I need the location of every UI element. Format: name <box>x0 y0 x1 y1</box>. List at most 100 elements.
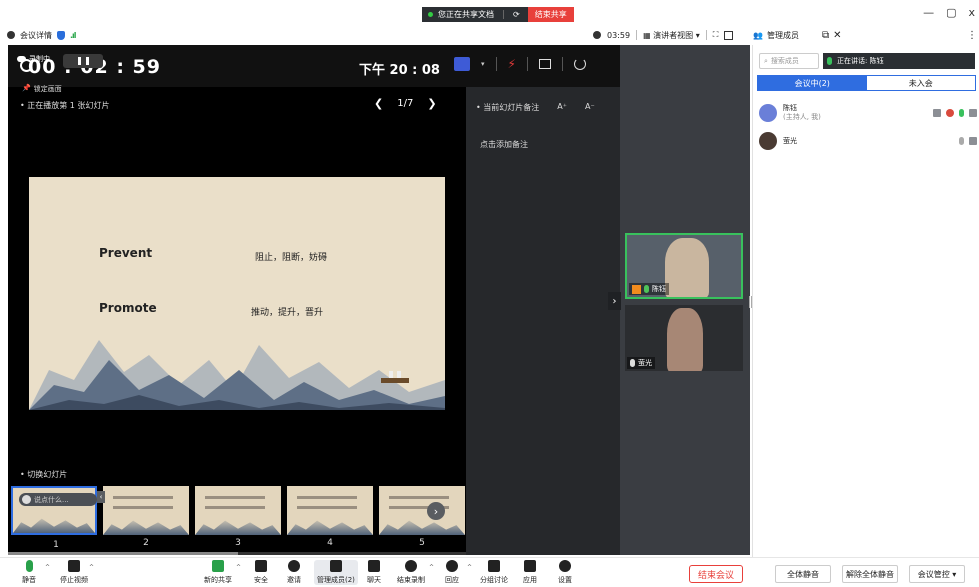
exit-presentation-icon[interactable] <box>573 58 586 70</box>
unmute-all-button[interactable]: 解除全体静音 <box>842 565 898 583</box>
switch-slides-text: 切换幻灯片 <box>27 470 68 479</box>
notes-title-text: 当前幻灯片备注 <box>483 103 540 112</box>
mic-icon[interactable] <box>959 137 964 145</box>
popout-icon[interactable]: ⧉ <box>822 30 829 41</box>
laser-pointer-icon[interactable]: ⚡ <box>508 57 516 71</box>
chevron-up-icon[interactable]: ^ <box>236 564 241 571</box>
settings-button[interactable]: 设置 <box>558 560 572 585</box>
video-tile[interactable]: 萤光 <box>625 305 743 371</box>
pin-icon: 📌 <box>22 84 31 92</box>
search-input[interactable]: ⌕ 搜索成员 <box>759 53 819 69</box>
thumbnail-text-lines <box>113 496 173 499</box>
close-button[interactable]: x <box>968 6 975 19</box>
chevron-down-icon[interactable]: ▾ <box>481 60 485 68</box>
annotation-pen-icon[interactable] <box>454 57 470 71</box>
slide-thumbnails: 说点什么... 1 2 3 4 5 <box>8 486 466 552</box>
slide-thumbnail[interactable]: 2 <box>103 486 189 548</box>
lock-screen-toggle[interactable]: 📌 锁定画面 <box>22 84 62 94</box>
end-meeting-button[interactable]: 结束会议 <box>689 565 743 583</box>
apps-label: 应用 <box>523 576 537 584</box>
view-mode-dropdown[interactable]: ▦ 演讲者视图 ▾ <box>643 30 700 41</box>
thumbnail-number: 4 <box>327 538 333 548</box>
member-name: 陈钰 <box>783 104 797 112</box>
pause-recording-button[interactable] <box>63 54 103 68</box>
chevron-up-icon[interactable]: ^ <box>429 564 434 571</box>
add-note-button[interactable]: 点击添加备注 <box>480 139 528 150</box>
thumbnails-prev-icon[interactable]: ‹ <box>97 491 105 503</box>
font-decrease-button[interactable]: A⁻ <box>585 102 595 113</box>
video-participant-name: 陈钰 <box>652 285 666 293</box>
window-switch-icon[interactable] <box>538 59 551 69</box>
mic-active-icon[interactable] <box>959 109 964 117</box>
meeting-info-link[interactable]: 会议详情 <box>20 30 52 41</box>
divider <box>503 10 504 19</box>
refresh-icon[interactable]: ⟳ <box>513 10 520 19</box>
tab-in-meeting[interactable]: 会议中(2) <box>758 76 867 90</box>
stop-video-label: 停止视频 <box>60 576 88 584</box>
collapse-notes-icon[interactable]: › <box>608 292 621 310</box>
stop-video-button[interactable]: 停止视频 <box>60 560 88 585</box>
camera-icon[interactable] <box>969 137 977 145</box>
thumbnail-mountain-image <box>287 520 373 535</box>
close-panel-icon[interactable]: ✕ <box>833 30 841 41</box>
invite-button[interactable]: 邀请 <box>287 560 301 585</box>
thumbnails-scrollbar[interactable] <box>8 552 466 555</box>
video-camera-icon <box>68 560 80 572</box>
restore-button[interactable]: ▢ <box>946 6 956 19</box>
more-icon[interactable]: ⋮ <box>967 30 977 41</box>
end-recording-button[interactable]: 结束录制 <box>397 560 425 585</box>
presenter-view: 录制中 00 : 02 : 59 下午 20 : 08 ▾ ⚡ 📌 锁定画面 •… <box>8 45 620 555</box>
gear-icon <box>559 560 571 572</box>
mute-button[interactable]: 静音 <box>22 560 36 585</box>
slide-thumbnail[interactable]: 3 <box>195 486 281 548</box>
comment-input[interactable]: 说点什么... <box>19 493 97 506</box>
prev-slide-icon[interactable]: ❮ <box>374 97 383 110</box>
slide-thumbnail[interactable]: 4 <box>287 486 373 548</box>
apps-button[interactable]: 应用 <box>523 560 537 585</box>
tab-not-joined[interactable]: 未入会 <box>867 76 976 90</box>
chevron-up-icon[interactable]: ^ <box>45 564 50 571</box>
video-name-tag: 萤光 <box>627 357 655 369</box>
scrollbar-thumb[interactable] <box>8 552 238 555</box>
layout-icon[interactable] <box>724 30 734 40</box>
video-tile[interactable]: 陈钰 <box>625 233 743 299</box>
reactions-button[interactable]: 回应 <box>445 560 459 585</box>
next-slide-icon[interactable]: ❯ <box>427 97 436 110</box>
apps-grid-icon <box>524 560 536 572</box>
minimize-button[interactable]: — <box>923 6 934 19</box>
member-row[interactable]: 陈钰 (主持人, 我) <box>759 101 977 125</box>
chevron-up-icon[interactable]: ^ <box>89 564 94 571</box>
security-button[interactable]: 安全 <box>254 560 268 585</box>
thumbnails-next-icon[interactable]: › <box>427 502 445 520</box>
thumbnail-number: 3 <box>235 538 241 548</box>
meeting-control-button[interactable]: 会议管控 ▾ <box>909 565 965 583</box>
manage-members-button[interactable]: 管理成员(2) <box>314 560 358 585</box>
camera-icon[interactable] <box>969 109 977 117</box>
members-panel-title: 管理成员 <box>766 30 799 40</box>
mountain-landscape-image <box>29 340 445 410</box>
mic-active-icon <box>827 57 832 65</box>
font-increase-button[interactable]: A⁺ <box>557 102 567 113</box>
switch-slides-label: • 切换幻灯片 <box>20 470 68 479</box>
search-icon: ⌕ <box>764 56 768 65</box>
slide-thumbnail[interactable]: 说点什么... 1 <box>11 486 97 550</box>
fullscreen-icon[interactable]: ⛶ <box>713 30 719 40</box>
chat-button[interactable]: 聊天 <box>367 560 381 585</box>
end-share-button[interactable]: 结束共享 <box>527 7 574 22</box>
network-signal-icon[interactable]: .ıl <box>70 31 76 40</box>
new-share-button[interactable]: 新的共享 <box>204 560 232 585</box>
slide-thumbnail[interactable]: 5 <box>379 486 465 548</box>
member-row[interactable]: 萤光 <box>759 129 977 153</box>
window-controls: — ▢ x <box>923 6 975 19</box>
chevron-up-icon[interactable]: ^ <box>467 564 472 571</box>
breakout-button[interactable]: 分组讨论 <box>480 560 508 585</box>
mute-all-button[interactable]: 全体静音 <box>775 565 831 583</box>
slide-notes-panel: • 当前幻灯片备注 A⁺ A⁻ 点击添加备注 <box>466 87 620 555</box>
sharing-status-text: 您正在共享文档 <box>438 10 494 19</box>
security-shield-icon[interactable] <box>57 30 65 40</box>
breakout-label: 分组讨论 <box>480 576 508 584</box>
cloud-record-icon <box>946 109 954 117</box>
members-icon: 👥 <box>753 30 763 40</box>
sharing-dot-icon <box>428 12 433 17</box>
current-slide: Prevent 阻止，阻断，妨碍 Promote 推动，提升，晋升 <box>29 177 445 410</box>
